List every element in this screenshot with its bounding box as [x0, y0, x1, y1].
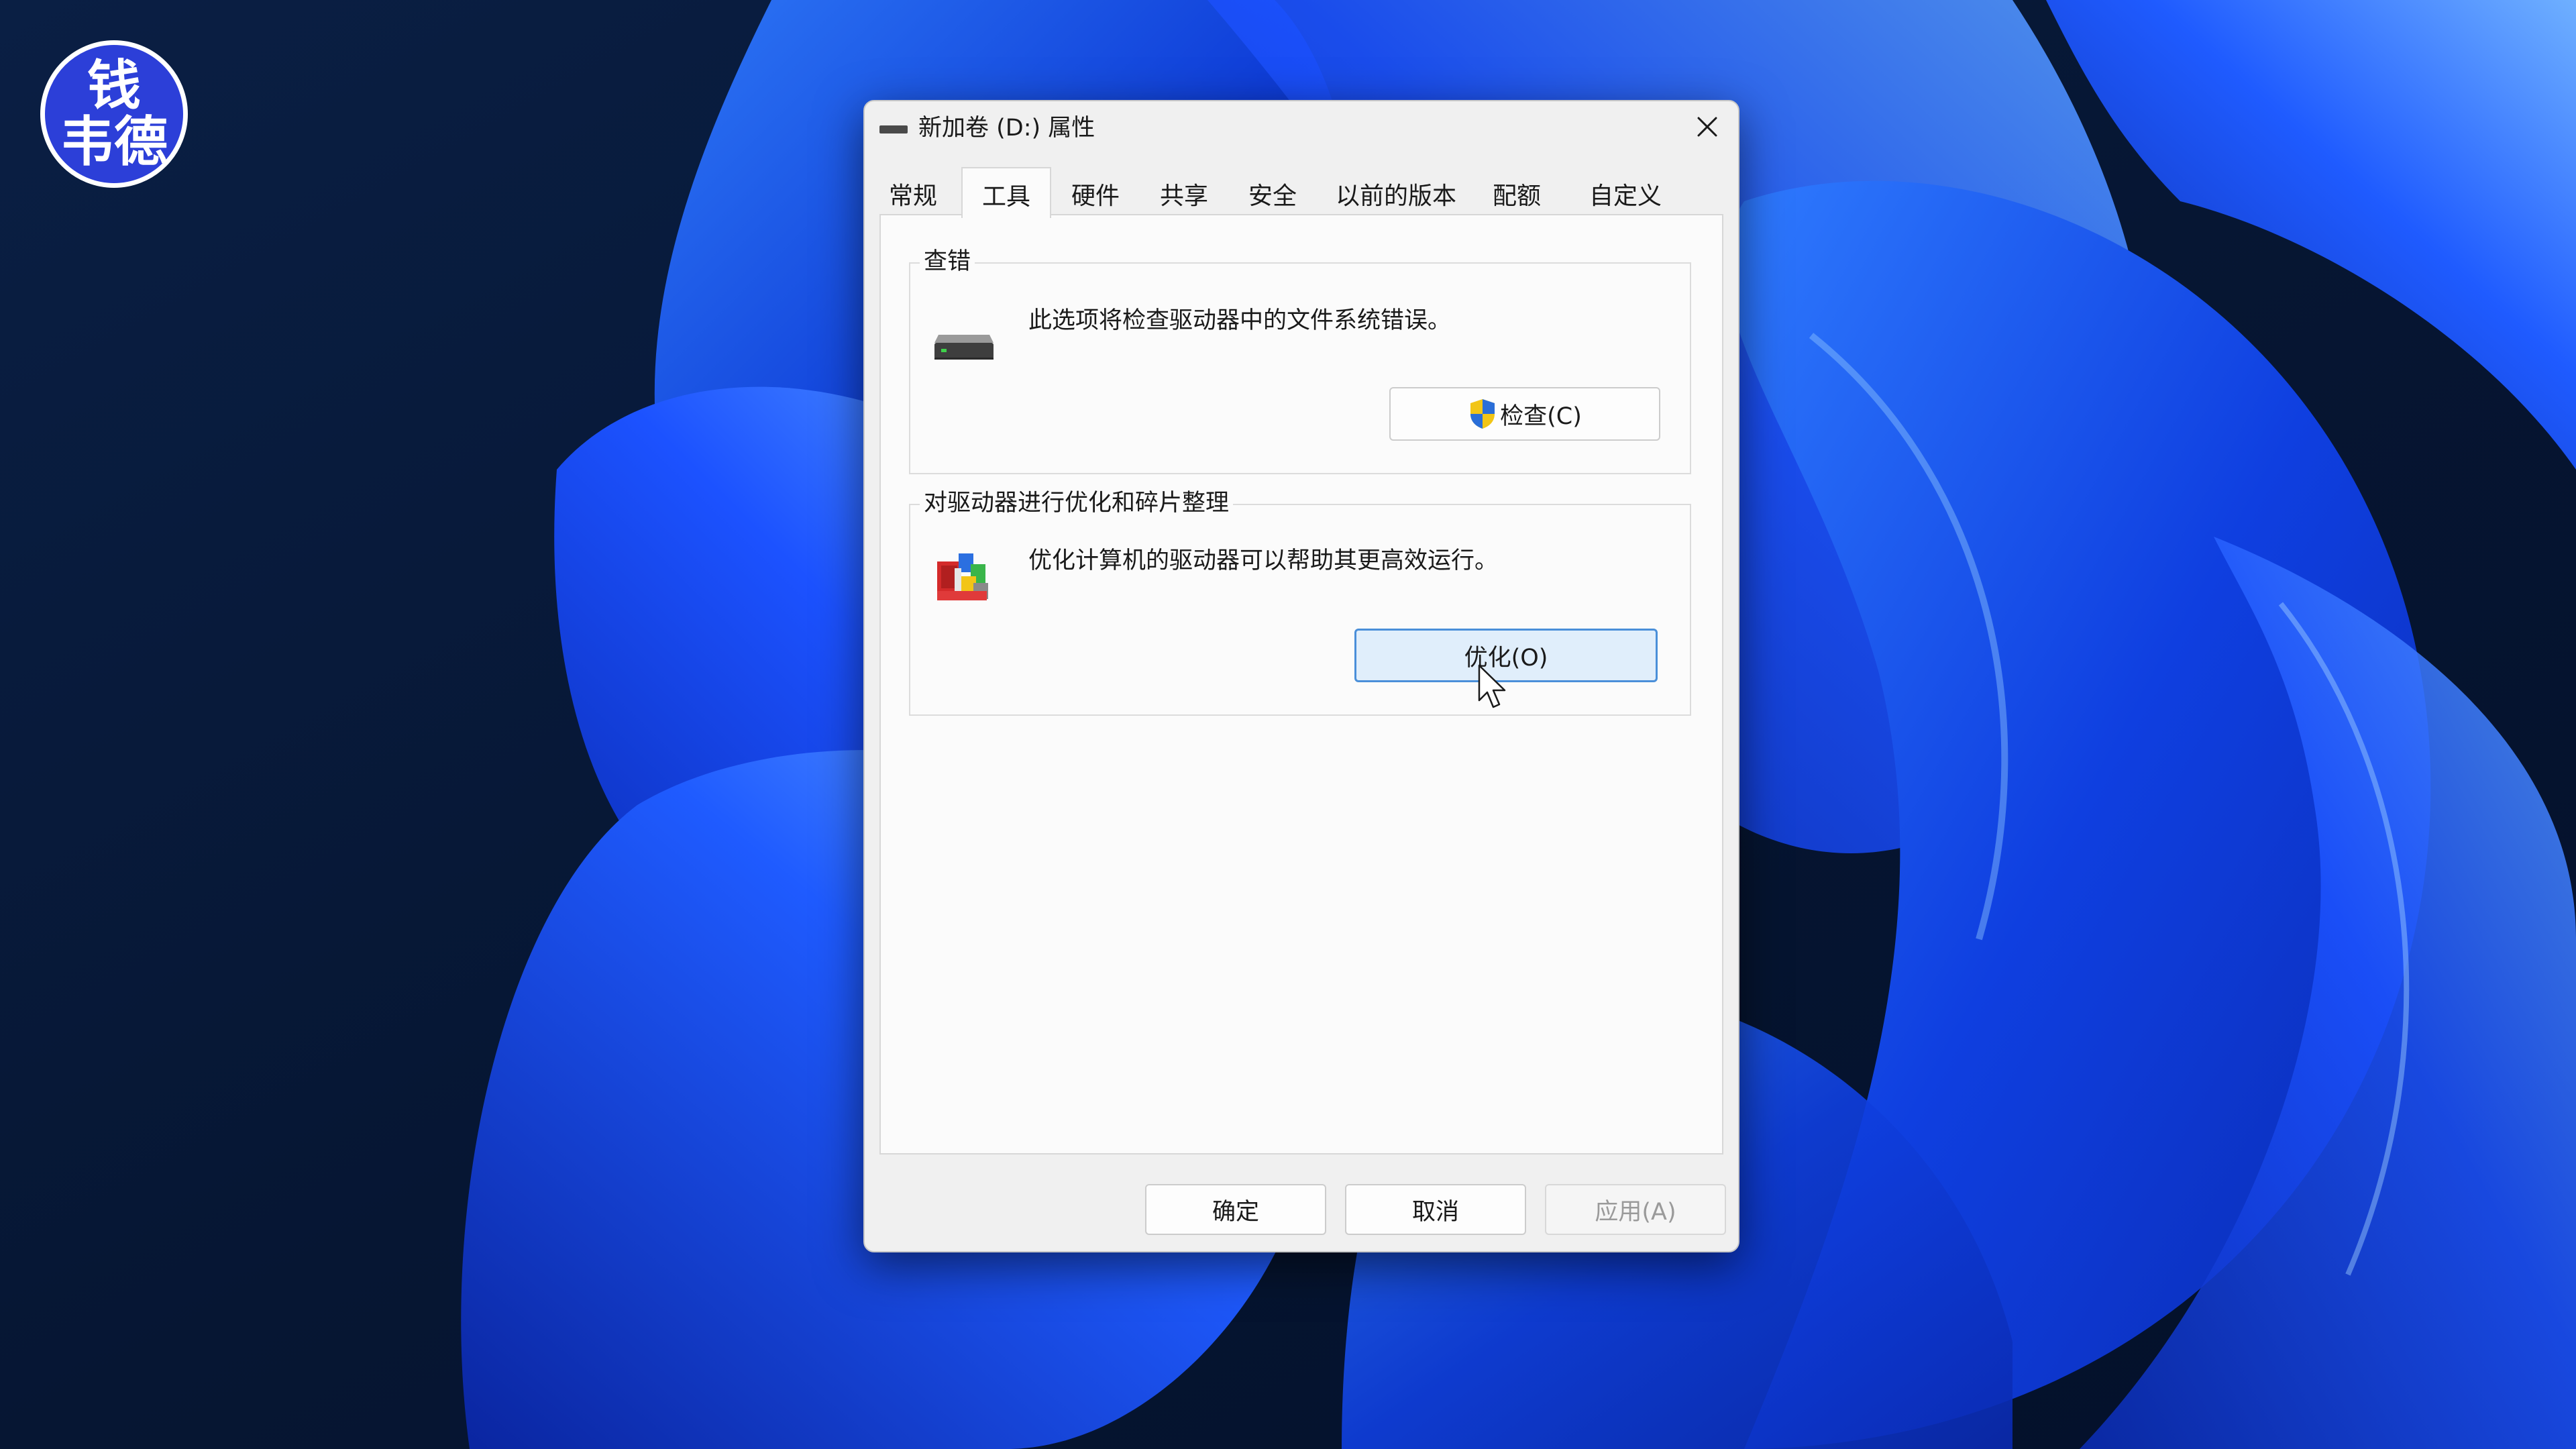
- tab-security[interactable]: 安全: [1232, 174, 1313, 215]
- tab-hardware[interactable]: 硬件: [1055, 174, 1136, 215]
- error-check-group: 查错 此选项将检查驱动器中的文件系统错误。 检查(C): [909, 245, 1691, 474]
- apply-button[interactable]: 应用(A): [1545, 1184, 1726, 1235]
- optimize-legend: 对驱动器进行优化和碎片整理: [920, 486, 1234, 520]
- cancel-button-label: 取消: [1411, 1198, 1459, 1226]
- tab-previous-versions[interactable]: 以前的版本: [1322, 174, 1470, 215]
- optimize-description: 优化计算机的驱动器可以帮助其更高效运行。: [1028, 547, 1499, 574]
- watermark-logo: 钱 韦德: [40, 40, 188, 188]
- watermark-line-2: 韦德: [60, 111, 168, 173]
- apply-button-label: 应用(A): [1595, 1198, 1676, 1226]
- close-button[interactable]: [1688, 108, 1726, 146]
- check-button[interactable]: 检查(C): [1389, 387, 1660, 441]
- tab-customize[interactable]: 自定义: [1572, 174, 1679, 215]
- defrag-icon: [937, 553, 988, 600]
- tab-general[interactable]: 常规: [879, 174, 947, 215]
- cancel-button[interactable]: 取消: [1345, 1184, 1526, 1235]
- tab-quota[interactable]: 配额: [1477, 174, 1557, 215]
- ok-button[interactable]: 确定: [1145, 1184, 1326, 1235]
- tab-sharing[interactable]: 共享: [1144, 174, 1224, 215]
- optimize-group: 对驱动器进行优化和碎片整理 优化计算机的驱动器可以帮助其更高效运行。 优化(O): [909, 486, 1691, 716]
- window-title: 新加卷 (D:) 属性: [918, 115, 1095, 142]
- check-button-label: 检查(C): [1500, 402, 1582, 430]
- tab-tools[interactable]: 工具: [961, 167, 1051, 218]
- title-bar[interactable]: 新加卷 (D:) 属性: [865, 101, 1738, 155]
- hard-drive-icon: [934, 335, 994, 360]
- uac-shield-icon: [1470, 399, 1495, 429]
- drive-icon: [879, 125, 908, 133]
- mouse-pointer-icon: [1478, 664, 1506, 708]
- tools-tab-panel: 查错 此选项将检查驱动器中的文件系统错误。 检查(C) 对驱动器进行优化和碎片整…: [879, 214, 1723, 1155]
- watermark-line-1: 钱: [87, 54, 141, 117]
- tab-strip: 常规 工具 硬件 共享 安全 以前的版本 配额 自定义: [879, 167, 1725, 218]
- drive-properties-dialog: 新加卷 (D:) 属性 常规 工具 硬件 共享 安全 以前的版本 配额 自定义 …: [863, 100, 1739, 1252]
- close-icon: [1697, 117, 1717, 137]
- ok-button-label: 确定: [1212, 1198, 1259, 1226]
- error-check-legend: 查错: [920, 245, 975, 278]
- error-check-description: 此选项将检查驱动器中的文件系统错误。: [1028, 307, 1452, 334]
